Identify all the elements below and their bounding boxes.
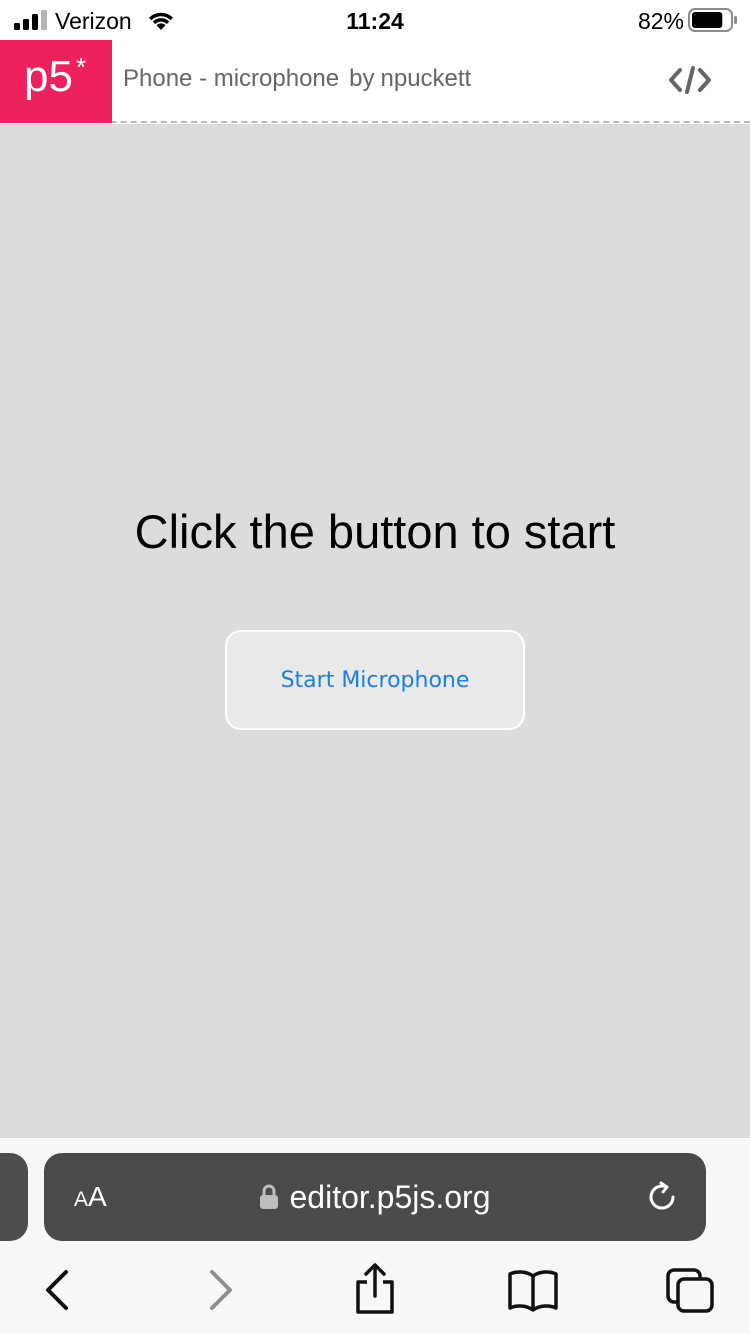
start-microphone-button[interactable]: Start Microphone xyxy=(225,630,525,730)
sketch-canvas[interactable]: Click the button to start Start Micropho… xyxy=(0,124,750,1137)
author-link[interactable]: npuckett xyxy=(381,65,472,92)
p5-logo[interactable]: p5 * xyxy=(0,40,112,123)
bookmarks-icon[interactable] xyxy=(506,1266,560,1314)
sketch-name[interactable]: Phone - microphone xyxy=(123,65,339,92)
battery-icon xyxy=(688,8,737,32)
reload-icon[interactable] xyxy=(644,1179,680,1215)
forward-icon[interactable] xyxy=(202,1266,238,1314)
url-text: editor.p5js.org xyxy=(289,1179,491,1215)
url-display[interactable]: editor.p5js.org xyxy=(44,1177,706,1217)
by-label: by xyxy=(349,65,375,92)
browser-toolbar: AA editor.p5js.org xyxy=(0,1137,750,1334)
start-prompt: Click the button to start xyxy=(134,505,616,558)
sketch-header: p5 * Phone - microphone by npuckett xyxy=(0,40,750,123)
sketch-title: Phone - microphone by npuckett xyxy=(123,65,471,93)
logo-asterisk: * xyxy=(76,52,87,82)
address-bar[interactable]: AA editor.p5js.org xyxy=(44,1153,706,1241)
battery-percent: 82% xyxy=(637,8,684,34)
share-icon[interactable] xyxy=(352,1262,398,1316)
tabs-icon[interactable] xyxy=(664,1266,716,1314)
logo-text: p5 xyxy=(24,52,73,101)
lock-icon xyxy=(260,1184,279,1209)
back-icon[interactable] xyxy=(40,1266,76,1314)
code-brackets-icon[interactable] xyxy=(664,60,716,100)
status-bar: Verizon 11:24 82% xyxy=(0,0,750,40)
previous-tab-preview[interactable] xyxy=(0,1153,28,1241)
